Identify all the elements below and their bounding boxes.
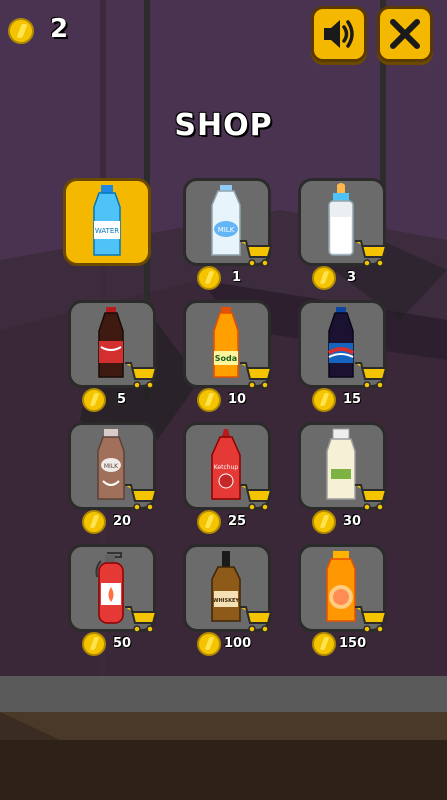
price-label: 30 xyxy=(343,514,362,529)
price-label: 10 xyxy=(228,392,247,407)
shopping-cart-icon[interactable] xyxy=(124,482,158,512)
price-coin-icon xyxy=(82,632,106,656)
price-coin-icon xyxy=(197,632,221,656)
shopping-cart-icon[interactable] xyxy=(239,360,273,390)
price-label: 15 xyxy=(343,392,362,407)
milk-label: MILK xyxy=(218,226,235,234)
shopping-cart-icon[interactable] xyxy=(354,604,388,634)
price-label: 20 xyxy=(113,514,132,529)
shopping-cart-icon[interactable] xyxy=(124,604,158,634)
choco-milk-label: MILK xyxy=(104,463,119,470)
price-coin-icon xyxy=(82,388,106,412)
price-label: 1 xyxy=(232,270,242,285)
sound-button[interactable] xyxy=(311,6,367,62)
price-coin-icon xyxy=(197,510,221,534)
speaker-icon xyxy=(324,20,354,48)
price-label: 25 xyxy=(228,514,247,529)
coin-icon xyxy=(8,18,34,44)
price-coin-icon xyxy=(82,510,106,534)
shopping-cart-icon[interactable] xyxy=(124,360,158,390)
price-label: 50 xyxy=(113,636,132,651)
ketchup-label: Ketchup xyxy=(214,464,239,471)
water-bottle-icon: WATER xyxy=(93,185,121,256)
soda-label: Soda xyxy=(215,354,237,363)
shopping-cart-icon[interactable] xyxy=(239,604,273,634)
shopping-cart-icon[interactable] xyxy=(354,360,388,390)
shopping-cart-icon[interactable] xyxy=(239,482,273,512)
price-label: 5 xyxy=(117,392,127,407)
price-coin-icon xyxy=(312,388,336,412)
shop-item-water[interactable]: WATER xyxy=(63,178,151,266)
coin-balance: 2 xyxy=(50,14,69,44)
price-coin-icon xyxy=(197,266,221,290)
close-x-icon xyxy=(390,19,420,49)
price-label: 3 xyxy=(347,270,357,285)
price-coin-icon xyxy=(312,266,336,290)
shopping-cart-icon[interactable] xyxy=(239,238,273,268)
shopping-cart-icon[interactable] xyxy=(354,238,388,268)
shopping-cart-icon[interactable] xyxy=(354,482,388,512)
price-coin-icon xyxy=(312,510,336,534)
water-label: WATER xyxy=(95,227,119,235)
close-button[interactable] xyxy=(377,6,433,62)
price-coin-icon xyxy=(312,632,336,656)
price-label: 100 xyxy=(224,636,252,651)
shop-title: SHOP xyxy=(174,108,273,143)
price-label: 150 xyxy=(339,636,367,651)
whiskey-label: WHISKEY xyxy=(213,598,239,604)
price-coin-icon xyxy=(197,388,221,412)
